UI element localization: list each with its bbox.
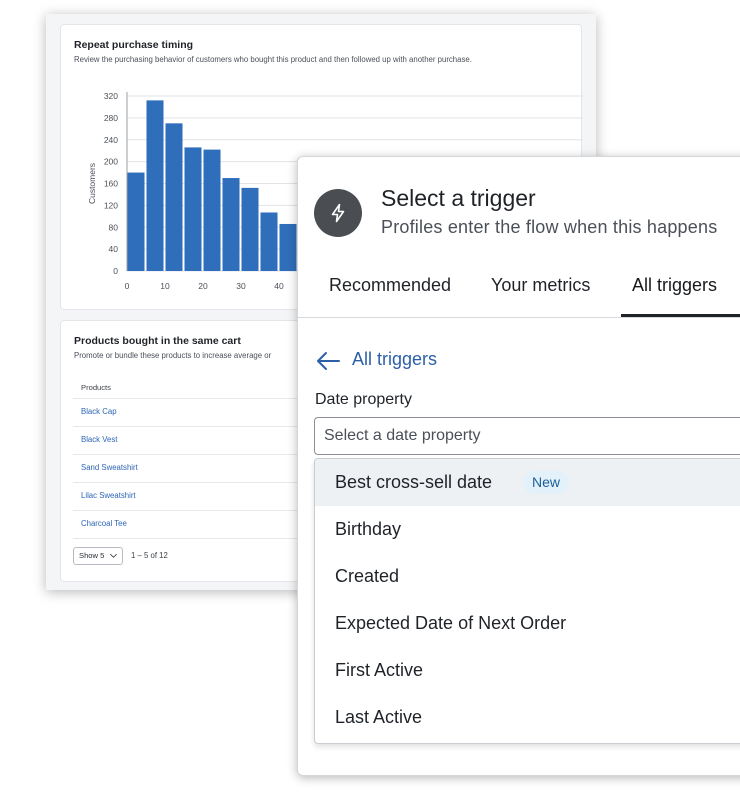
option-expected-date-of-next-order[interactable]: Expected Date of Next Order [315, 600, 740, 647]
histogram-bar [127, 172, 145, 271]
date-property-select[interactable]: Select a date property [314, 417, 740, 455]
option-label: Expected Date of Next Order [335, 613, 567, 633]
histogram-bar [203, 149, 221, 271]
table-row[interactable]: Black Cap [81, 407, 117, 416]
option-label: Created [335, 566, 400, 586]
pagination-status: 1 – 5 of 12 [131, 551, 168, 560]
histogram-bar [184, 147, 202, 271]
histogram-bar [222, 178, 240, 271]
y-tick-label: 80 [109, 222, 119, 232]
chevron-down-icon [110, 553, 117, 558]
y-tick-label: 0 [113, 266, 118, 276]
table-row[interactable]: Lilac Sweatshirt [81, 491, 136, 500]
date-property-label: Date property [315, 391, 412, 408]
rows-per-page-select[interactable]: Show 5 [73, 547, 123, 565]
y-tick-label: 320 [104, 91, 118, 101]
cart-card-subtitle: Promote or bundle these products to incr… [74, 351, 272, 360]
new-badge: New [523, 471, 570, 494]
rows-per-page-value: Show 5 [79, 551, 105, 560]
tabs-divider [298, 317, 740, 318]
option-label: Best cross-sell date [335, 472, 493, 492]
x-tick-label: 40 [274, 281, 284, 291]
histogram-bar [165, 123, 183, 271]
option-last-active[interactable]: Last Active [315, 694, 740, 741]
histogram-bar [260, 212, 278, 271]
option-created[interactable]: Created [315, 553, 740, 600]
option-label: First Active [335, 660, 424, 680]
table-row[interactable]: Sand Sweatshirt [81, 463, 138, 472]
option-label: Last Active [335, 707, 423, 727]
table-row[interactable]: Charcoal Tee [81, 519, 127, 528]
option-birthday[interactable]: Birthday [315, 506, 740, 553]
date-property-dropdown: Best cross-sell date New Birthday Create… [314, 458, 740, 744]
x-tick-label: 10 [160, 281, 170, 291]
option-first-active[interactable]: First Active [315, 647, 740, 694]
table-row[interactable]: Black Vest [81, 435, 117, 444]
arrow-left-icon [317, 352, 340, 370]
back-link-label: All triggers [352, 349, 438, 369]
y-tick-label: 280 [104, 113, 118, 123]
modal-title: Select a trigger [381, 185, 536, 211]
y-tick-label: 200 [104, 157, 118, 167]
y-tick-label: 160 [104, 179, 118, 189]
histogram-bar [146, 100, 164, 271]
select-trigger-modal: Select a trigger Profiles enter the flow… [297, 156, 740, 776]
modal-subtitle: Profiles enter the flow when this happen… [381, 217, 718, 237]
tab-recommended[interactable]: Recommended [329, 275, 451, 296]
y-tick-label: 240 [104, 135, 118, 145]
tab-all-triggers[interactable]: All triggers [632, 275, 717, 296]
cart-card-title: Products bought in the same cart [74, 335, 241, 347]
lightning-icon [314, 189, 362, 237]
y-tick-label: 120 [104, 200, 118, 210]
x-tick-label: 20 [198, 281, 208, 291]
tab-your-metrics[interactable]: Your metrics [491, 275, 590, 296]
date-property-placeholder: Select a date property [324, 427, 481, 444]
x-tick-label: 0 [125, 281, 130, 291]
option-label: Birthday [335, 519, 402, 539]
x-tick-label: 30 [236, 281, 246, 291]
y-tick-label: 40 [109, 244, 119, 254]
histogram-bar [241, 187, 259, 271]
histogram-bar [279, 223, 297, 271]
y-axis-title: Customers [87, 163, 97, 204]
products-column-header: Products [81, 383, 111, 392]
option-best-cross-sell-date[interactable]: Best cross-sell date New [315, 459, 740, 506]
